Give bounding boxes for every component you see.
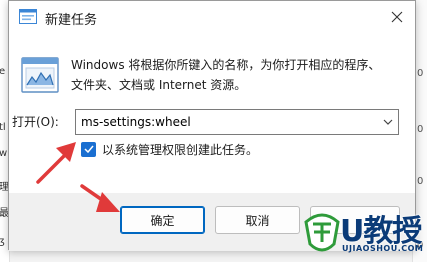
dialog-description: Windows 将根据你所键入的名称，为你打开相应的程序、文件夹、文档或 Int…	[71, 58, 381, 92]
background-text: 0	[417, 176, 424, 187]
watermark-emblem-icon	[304, 213, 340, 252]
watermark-logo: U教授 UJIAOSHOU.COM	[304, 204, 424, 260]
background-text: w	[0, 148, 8, 159]
admin-checkbox-row[interactable]: 以系统管理权限创建此任务。	[81, 141, 258, 157]
close-button[interactable]	[379, 1, 415, 33]
background-text: 0	[417, 68, 424, 79]
dialog-titlebar: 新建任务	[9, 1, 415, 33]
background-text: ʒ	[0, 236, 5, 247]
open-label: 打开(O):	[12, 115, 59, 129]
cancel-button[interactable]: 取消	[215, 206, 300, 234]
ok-button[interactable]: 确定	[120, 206, 205, 234]
chevron-down-icon	[383, 119, 393, 125]
background-text: e	[0, 66, 6, 77]
task-manager-icon	[19, 9, 37, 24]
dialog-title: 新建任务	[45, 13, 98, 28]
run-program-icon	[21, 55, 61, 95]
admin-checkbox-label: 以系统管理权限创建此任务。	[102, 142, 259, 157]
dialog-content: Windows 将根据你所键入的名称，为你打开相应的程序、文件夹、文档或 Int…	[9, 33, 415, 193]
admin-checkbox[interactable]	[81, 141, 96, 157]
history-dropdown-button[interactable]	[379, 113, 397, 131]
close-icon	[391, 11, 403, 23]
open-command-input[interactable]	[75, 109, 399, 135]
background-text: tl	[0, 122, 6, 133]
watermark-url: UJIAOSHOU.COM	[342, 244, 424, 253]
checkmark-icon	[83, 145, 94, 153]
background-text: 0	[417, 124, 424, 135]
